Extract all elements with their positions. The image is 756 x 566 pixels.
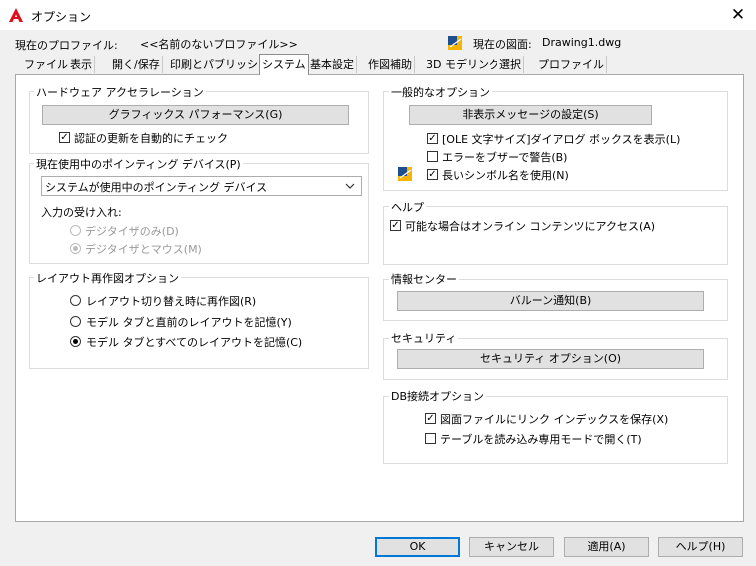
input-accept-label: 入力の受け入れ: (41, 206, 122, 219)
open-tables-readonly-checkbox[interactable] (425, 433, 436, 444)
cache-model-and-all-layouts-label: モデル タブとすべてのレイアウトを記憶(C) (86, 336, 303, 349)
pointing-device-label: 現在使用中のポインティング デバイス(P) (34, 156, 243, 172)
help-button[interactable]: ヘルプ(H) (658, 537, 743, 557)
tab-open-save[interactable]: 開く/保存 (110, 56, 163, 73)
help-group (383, 206, 728, 265)
drawing-file-icon (448, 36, 462, 50)
cache-model-and-last-layout-label: モデル タブと直前のレイアウトを記憶(Y) (86, 316, 292, 329)
beep-on-error-checkbox[interactable] (427, 151, 438, 162)
regen-on-switch-label: レイアウト切り替え時に再作図(R) (86, 295, 257, 308)
cancel-button[interactable]: キャンセル (469, 537, 554, 557)
current-profile-value: <<名前のないプロファイル>> (140, 38, 298, 51)
online-content-checkbox[interactable] (390, 220, 401, 231)
ole-text-size-label: [OLE 文字サイズ]ダイアログ ボックスを表示(L) (442, 133, 681, 146)
hardware-acceleration-label: ハードウェア アクセラレーション (34, 84, 206, 100)
current-profile-label: 現在のプロファイル: (15, 39, 118, 52)
tab-drafting[interactable]: 作図補助 (366, 56, 415, 73)
current-drawing-label: 現在の図面: (473, 38, 532, 51)
chevron-down-icon (345, 183, 355, 189)
autocad-logo-icon (9, 8, 23, 22)
digitizer-only-radio[interactable] (70, 225, 81, 236)
tab-files[interactable]: ファイル (22, 56, 71, 73)
digitizer-only-label: デジタイザのみ(D) (85, 225, 179, 238)
db-connect-label: DB接続オプション (389, 388, 487, 404)
security-options-button[interactable]: セキュリティ オプション(O) (397, 349, 704, 369)
digitizer-and-mouse-radio[interactable] (70, 243, 81, 254)
beep-on-error-label: エラーをブザーで警告(B) (442, 151, 568, 164)
long-symbol-names-checkbox[interactable] (427, 169, 438, 180)
cache-model-and-last-layout-radio[interactable] (70, 316, 81, 327)
close-icon[interactable]: ✕ (726, 5, 750, 25)
cache-model-and-all-layouts-radio[interactable] (70, 336, 81, 347)
digitizer-and-mouse-label: デジタイザとマウス(M) (85, 243, 202, 256)
tab-selection[interactable]: 選択 (497, 56, 524, 73)
store-link-index-checkbox[interactable] (425, 413, 436, 424)
tab-3d-modeling[interactable]: 3D モデリング (424, 56, 503, 73)
tab-plot-publish[interactable]: 印刷とパブリッシュ (168, 56, 272, 73)
current-drawing-value: Drawing1.dwg (542, 36, 622, 49)
online-content-label: 可能な場合はオンライン コンテンツにアクセス(A) (405, 220, 656, 233)
regen-on-switch-radio[interactable] (70, 295, 81, 306)
long-symbol-names-label: 長いシンボル名を使用(N) (442, 169, 569, 182)
tab-user-preferences[interactable]: 基本設定 (308, 56, 357, 73)
info-center-label: 情報センター (389, 271, 459, 287)
ole-text-size-checkbox[interactable] (427, 133, 438, 144)
ok-button[interactable]: OK (375, 537, 460, 557)
pointing-device-value: システムが使用中のポインティング デバイス (45, 181, 268, 194)
auto-check-updates-label: 認証の更新を自動的にチェック (74, 132, 228, 145)
layout-regen-label: レイアウト再作図オプション (34, 270, 181, 286)
graphics-performance-button[interactable]: グラフィックス パフォーマンス(G) (42, 105, 349, 125)
pointing-device-select[interactable]: システムが使用中のポインティング デバイス (41, 176, 362, 196)
security-label: セキュリティ (389, 330, 459, 346)
store-link-index-label: 図面ファイルにリンク インデックスを保存(X) (440, 413, 669, 426)
title-bar (0, 0, 756, 30)
tab-profiles[interactable]: プロファイル (536, 56, 607, 73)
drawing-setting-icon (398, 167, 412, 181)
window-title: オプション (31, 10, 92, 24)
db-connect-group (383, 396, 728, 464)
open-tables-readonly-label: テーブルを読み込み専用モードで開く(T) (440, 433, 642, 446)
general-options-label: 一般的なオプション (389, 84, 492, 100)
tab-system[interactable]: システム (259, 54, 309, 75)
tab-display[interactable]: 表示 (68, 56, 95, 73)
apply-button[interactable]: 適用(A) (564, 537, 649, 557)
balloon-notification-button[interactable]: バルーン通知(B) (397, 291, 704, 311)
help-label: ヘルプ (389, 199, 426, 215)
auto-check-updates-checkbox[interactable] (59, 132, 70, 143)
hidden-messages-button[interactable]: 非表示メッセージの設定(S) (409, 105, 652, 125)
